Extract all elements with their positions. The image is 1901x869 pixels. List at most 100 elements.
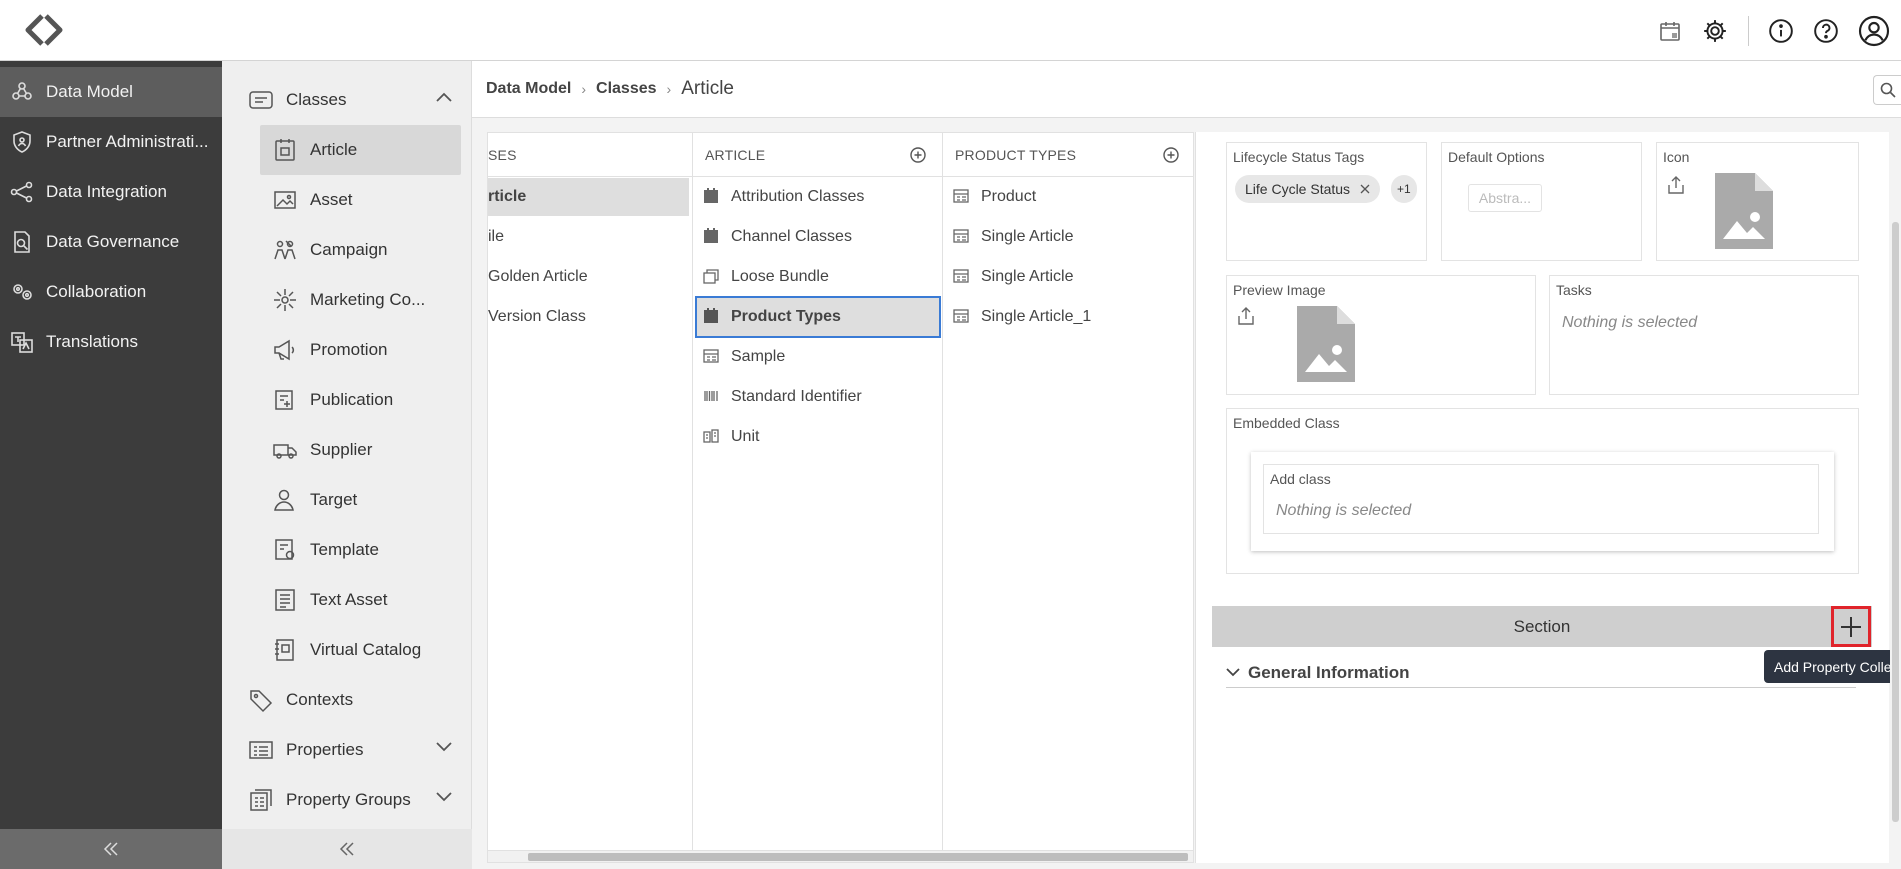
column-item-label: Attribution Classes <box>731 188 865 205</box>
field-label: Lifecycle Status Tags <box>1233 149 1365 165</box>
chevron-down-icon[interactable] <box>436 742 452 752</box>
class-item-asset[interactable]: Asset <box>222 175 472 225</box>
column-header: ARTICLE <box>693 133 942 177</box>
class-item-supplier[interactable]: Supplier <box>222 425 472 475</box>
column-item-attribution-classes[interactable]: Attribution Classes <box>693 178 942 216</box>
tree-group-property-groups[interactable]: Property Groups <box>222 775 472 825</box>
image-placeholder-icon <box>1715 173 1773 249</box>
column-item-label: Single Article_1 <box>981 308 1092 325</box>
gear-icon[interactable] <box>1697 13 1733 49</box>
column-header: SES <box>488 133 692 177</box>
image-placeholder-icon <box>1297 306 1355 382</box>
class-tree-panel: Classes Article Asset Campaign Marketing… <box>222 61 472 869</box>
default-options-field[interactable]: Abstra... <box>1468 184 1542 212</box>
class-item-virtual-catalog[interactable]: Virtual Catalog <box>222 625 472 675</box>
add-class-field[interactable]: Add class Nothing is selected <box>1263 464 1819 534</box>
add-class-value: Nothing is selected <box>1276 502 1412 519</box>
tree-group-label: Property Groups <box>286 790 411 809</box>
article-icon <box>272 137 298 163</box>
breadcrumb-separator: › <box>666 81 672 97</box>
add-class-box: Add class Nothing is selected <box>1251 452 1834 551</box>
column-item-single-article[interactable]: Single Article <box>943 218 1193 256</box>
collapse-nav-button[interactable] <box>0 829 222 869</box>
class-item-text-asset[interactable]: Text Asset <box>222 575 472 625</box>
field-label: Embedded Class <box>1233 415 1340 431</box>
general-information-group[interactable]: General Information <box>1226 658 1856 688</box>
scrollbar-thumb[interactable] <box>528 853 1188 861</box>
help-icon[interactable] <box>1808 13 1844 49</box>
class-item-label: Target <box>310 490 358 509</box>
field-label: Preview Image <box>1233 282 1326 298</box>
nav-item-label: Collaboration <box>46 282 147 301</box>
class-item-template[interactable]: Template <box>222 525 472 575</box>
tag-icon <box>248 687 274 713</box>
class-item-marketing[interactable]: Marketing Co... <box>222 275 472 325</box>
class-item-campaign[interactable]: Campaign <box>222 225 472 275</box>
column-item-single-article-1[interactable]: Single Article_1 <box>943 298 1193 336</box>
class-item-promotion[interactable]: Promotion <box>222 325 472 375</box>
collapse-tree-button[interactable] <box>222 829 472 869</box>
column-item[interactable]: Golden Article <box>488 258 692 296</box>
tasks-value[interactable]: Nothing is selected <box>1562 314 1697 332</box>
info-icon[interactable] <box>1763 13 1799 49</box>
chevron-down-icon[interactable] <box>436 792 452 802</box>
chevron-up-icon[interactable] <box>436 92 452 102</box>
classes-icon <box>248 87 274 113</box>
nav-item-partner-administration[interactable]: Partner Administrati... <box>0 117 222 167</box>
nav-item-data-model[interactable]: Data Model <box>0 67 222 117</box>
column-item-loose-bundle[interactable]: Loose Bundle <box>693 258 942 296</box>
calendar-badge-icon[interactable] <box>1652 13 1688 49</box>
tree-group-properties[interactable]: Properties <box>222 725 472 775</box>
close-icon[interactable] <box>1360 184 1370 194</box>
add-circle-icon[interactable] <box>910 147 926 163</box>
column-item[interactable]: Version Class <box>488 298 692 336</box>
more-tags-badge[interactable]: +1 <box>1391 175 1417 203</box>
nav-item-label: Data Integration <box>46 182 167 201</box>
breadcrumb-separator: › <box>581 81 587 97</box>
upload-icon[interactable] <box>1667 175 1685 195</box>
breadcrumb-data-model[interactable]: Data Model <box>486 80 571 98</box>
column-item-product[interactable]: Product <box>943 178 1193 216</box>
vertical-scrollbar[interactable] <box>1890 132 1901 863</box>
column-item-label: Unit <box>731 428 760 445</box>
nav-item-translations[interactable]: Translations <box>0 317 222 367</box>
column-header: PRODUCT TYPES <box>943 133 1193 177</box>
top-bar <box>0 0 1901 61</box>
column-item-unit[interactable]: Unit <box>693 418 942 456</box>
class-folder-icon <box>703 308 721 326</box>
nav-item-label: Data Model <box>46 82 133 101</box>
column-item-channel-classes[interactable]: Channel Classes <box>693 218 942 256</box>
column-item-label: Sample <box>731 348 786 365</box>
column-item[interactable]: rticle <box>488 178 689 216</box>
class-item-target[interactable]: Target <box>222 475 472 525</box>
column-item-standard-identifier[interactable]: Standard Identifier <box>693 378 942 416</box>
nav-item-collaboration[interactable]: Collaboration <box>0 267 222 317</box>
class-item-label: Text Asset <box>310 590 388 609</box>
class-item-article[interactable]: Article <box>260 125 461 175</box>
horizontal-scrollbar[interactable] <box>488 850 1193 862</box>
user-avatar-icon[interactable] <box>1856 13 1892 49</box>
column-item-single-article[interactable]: Single Article <box>943 258 1193 296</box>
nav-item-data-integration[interactable]: Data Integration <box>0 167 222 217</box>
add-property-collection-button[interactable] <box>1831 606 1871 647</box>
nav-item-data-governance[interactable]: Data Governance <box>0 217 222 267</box>
app-logo-icon[interactable] <box>20 12 68 48</box>
column-item-product-types[interactable]: Product Types <box>695 296 941 338</box>
default-options-card: Default Options Abstra... <box>1441 142 1642 261</box>
embedded-class-card: Embedded Class Add class Nothing is sele… <box>1226 408 1859 574</box>
collaboration-icon <box>10 280 34 304</box>
breadcrumb-classes[interactable]: Classes <box>596 80 657 98</box>
tree-group-contexts[interactable]: Contexts <box>222 675 472 725</box>
column-item-sample[interactable]: Sample <box>693 338 942 376</box>
tasks-card: Tasks Nothing is selected <box>1549 275 1859 395</box>
product-type-icon <box>953 268 971 286</box>
column-item[interactable]: ile <box>488 218 692 256</box>
chevron-down-icon[interactable] <box>1226 668 1240 677</box>
scrollbar-thumb[interactable] <box>1892 222 1899 822</box>
search-button[interactable] <box>1873 75 1901 105</box>
upload-icon[interactable] <box>1237 306 1255 326</box>
add-circle-icon[interactable] <box>1163 147 1179 163</box>
class-item-publication[interactable]: Publication <box>222 375 472 425</box>
column-item-label: Single Article <box>981 228 1074 245</box>
tree-group-classes[interactable]: Classes <box>222 75 472 125</box>
